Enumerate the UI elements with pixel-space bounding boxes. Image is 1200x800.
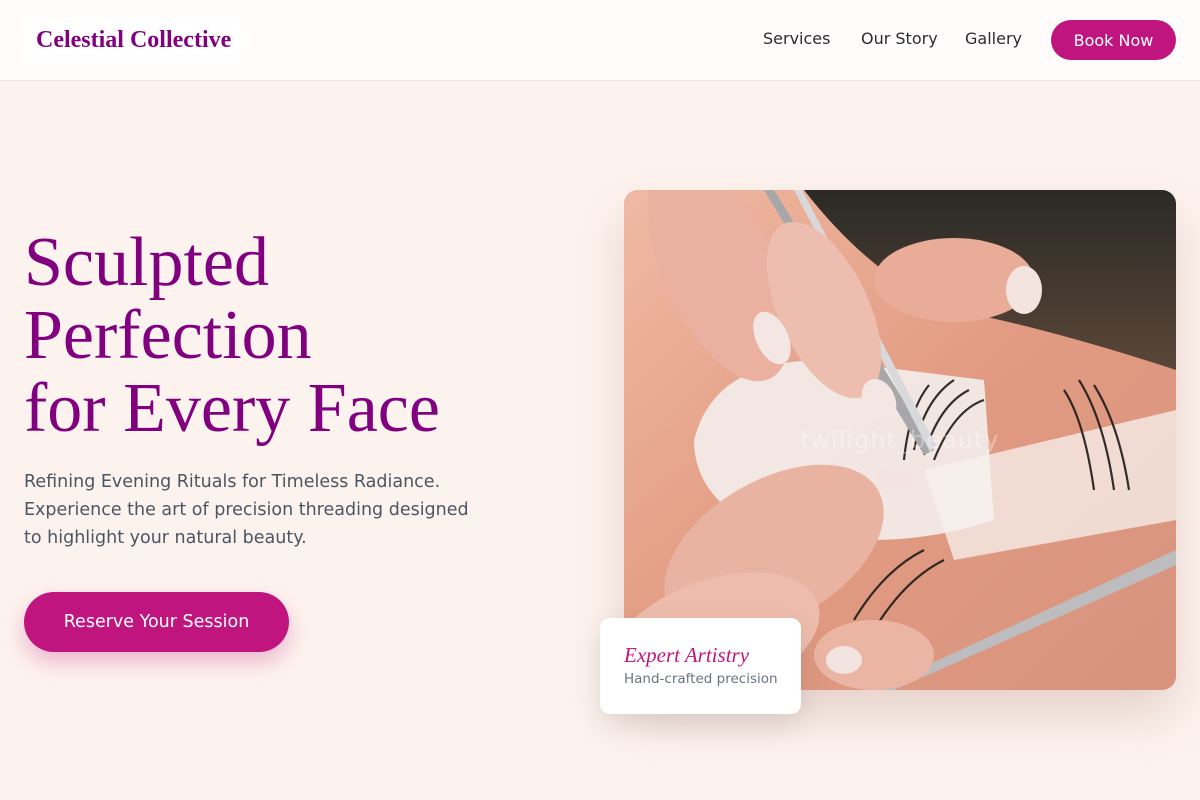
hero-subtitle: Refining Evening Rituals for Timeless Ra… (24, 468, 474, 552)
hero-image: twilight_beauty (624, 190, 1176, 690)
hero-subtitle-line: Experience the art of precision threadin… (24, 500, 469, 520)
card-title: Expert Artistry (624, 643, 750, 667)
hero-title-line: Perfection (24, 297, 312, 374)
hero-title: Sculpted Perfection for Every Face (24, 226, 584, 445)
image-watermark: twilight_beauty (800, 426, 1000, 454)
expert-artistry-card: Expert Artistry Hand-crafted precision (600, 618, 801, 714)
hero-subtitle-line: Refining Evening Rituals for Timeless Ra… (24, 472, 441, 492)
brand-logo[interactable]: Celestial Collective (24, 20, 244, 60)
reserve-session-button[interactable]: Reserve Your Session (24, 592, 289, 652)
site-header: Celestial Collective Services Our Story … (0, 0, 1200, 81)
book-now-button[interactable]: Book Now (1051, 20, 1176, 60)
hero-subtitle-line: to highlight your natural beauty. (24, 528, 307, 548)
card-subtitle: Hand-crafted precision (624, 671, 778, 687)
hero-title-line: for Every Face (24, 370, 440, 447)
nav-link-services[interactable]: Services (763, 29, 830, 48)
nav-link-gallery[interactable]: Gallery (965, 29, 1022, 48)
nav-link-our-story[interactable]: Our Story (861, 29, 938, 48)
hero-title-line: Sculpted (24, 224, 269, 301)
